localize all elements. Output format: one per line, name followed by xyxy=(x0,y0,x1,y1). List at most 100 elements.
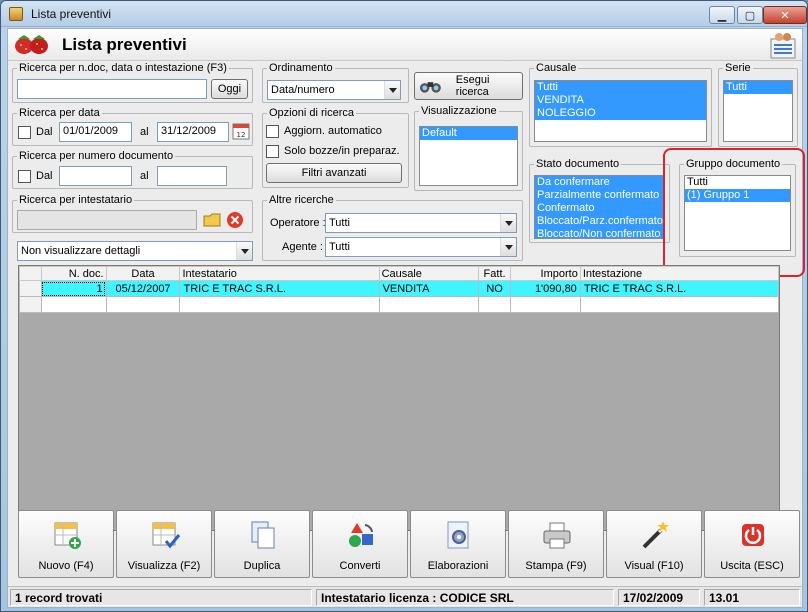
folder-icon[interactable] xyxy=(203,211,221,229)
today-button[interactable]: Oggi xyxy=(211,79,248,99)
causale-option[interactable]: Tutti xyxy=(535,81,706,94)
highlight-annotation xyxy=(663,148,805,277)
empty-cell[interactable] xyxy=(478,296,512,313)
table-row[interactable]: 1 05/12/2007 TRIC E TRAC S.R.L. VENDITA … xyxy=(19,280,780,297)
cell-causale[interactable]: VENDITA xyxy=(378,280,480,297)
cell-header[interactable]: TRIC E TRAC S.R.L. xyxy=(579,280,780,297)
row-selector[interactable] xyxy=(19,280,42,297)
column-header[interactable]: Fatt. xyxy=(478,266,512,281)
operator-label: Operatore : xyxy=(270,217,326,229)
doc-status-option[interactable]: Bloccato/Parz.confermato xyxy=(535,215,664,228)
power-icon xyxy=(742,524,764,546)
magic-wand-icon xyxy=(642,521,669,549)
license-status: Intestatario licenza : CODICE SRL xyxy=(316,589,614,606)
search-date-from-input[interactable]: 01/01/2009 xyxy=(59,122,132,142)
results-table: N. doc. Data Intestatario Causale Fatt. … xyxy=(19,266,780,313)
cell-amount[interactable]: 1'090,80 xyxy=(510,280,581,297)
convert-button[interactable]: Converti xyxy=(312,510,408,578)
duplicate-button[interactable]: Duplica xyxy=(214,510,310,578)
users-list-icon[interactable] xyxy=(770,31,796,59)
operator-select[interactable]: Tutti xyxy=(325,213,517,233)
visual-button[interactable]: Visual (F10) xyxy=(606,510,702,578)
title-bar: Lista preventivi ▁ ▢ ✕ xyxy=(1,1,807,27)
window-title: Lista preventivi xyxy=(31,7,112,21)
page-header: Lista preventivi xyxy=(8,29,802,61)
column-header[interactable]: Causale xyxy=(378,266,480,281)
display-option[interactable]: Default xyxy=(420,127,517,140)
cell-invoiced[interactable]: NO xyxy=(478,280,512,297)
processing-button[interactable]: Elaborazioni xyxy=(410,510,506,578)
row-selector[interactable] xyxy=(19,296,42,313)
view-button[interactable]: Visualizza (F2) xyxy=(116,510,212,578)
ordering-select[interactable]: Data/numero xyxy=(267,80,401,100)
advanced-filters-button[interactable]: Filtri avanzati xyxy=(266,163,402,183)
duplicate-icon xyxy=(251,521,275,549)
close-icon: ✕ xyxy=(780,9,790,22)
drafts-only-checkbox[interactable] xyxy=(266,145,279,158)
print-button[interactable]: Stampa (F9) xyxy=(508,510,604,578)
printer-icon xyxy=(543,522,571,549)
empty-cell[interactable] xyxy=(105,296,181,313)
search-holder-legend: Ricerca per intestatario xyxy=(17,194,135,206)
empty-cell[interactable] xyxy=(179,296,380,313)
empty-cell[interactable] xyxy=(579,296,780,313)
doc-status-option[interactable]: Da confermare xyxy=(535,176,664,189)
empty-cell[interactable] xyxy=(378,296,480,313)
search-docnum-from-label: Dal xyxy=(36,170,53,182)
details-select[interactable]: Non visualizzare dettagli xyxy=(17,241,253,261)
empty-cell[interactable] xyxy=(510,296,581,313)
search-docnum-to-label: al xyxy=(140,170,149,182)
agent-value: Tutti xyxy=(329,241,350,253)
doc-status-option[interactable]: Parzialmente confermato xyxy=(535,189,664,202)
results-grid[interactable]: N. doc. Data Intestatario Causale Fatt. … xyxy=(18,265,780,531)
auto-update-checkbox[interactable] xyxy=(266,125,279,138)
search-ndoc-input[interactable] xyxy=(17,79,207,99)
other-searches-legend: Altre ricerche xyxy=(267,194,336,206)
strawberries-logo-icon xyxy=(15,35,48,54)
main-window: Lista preventivi ▁ ▢ ✕ Lista preventivi xyxy=(0,0,808,612)
doc-status-legend: Stato documento xyxy=(534,158,622,170)
calendar-icon[interactable]: 12 xyxy=(232,122,250,140)
search-ndoc-legend: Ricerca per n.doc, data o intestazione (… xyxy=(17,62,229,74)
display-listbox[interactable]: Default xyxy=(419,126,518,186)
chevron-down-icon xyxy=(236,242,252,260)
column-header[interactable]: Data xyxy=(105,266,181,281)
search-docnum-to-input[interactable] xyxy=(157,166,227,186)
operator-value: Tutti xyxy=(329,217,350,229)
column-header[interactable]: Importo xyxy=(510,266,581,281)
execute-search-button[interactable]: Esegui ricerca xyxy=(414,72,523,100)
serie-listbox[interactable]: Tutti xyxy=(723,80,793,142)
search-date-to-input[interactable]: 31/12/2009 xyxy=(157,122,229,142)
cell-ndoc[interactable]: 1 xyxy=(40,280,107,297)
svg-text:12: 12 xyxy=(237,131,246,139)
column-header[interactable]: Intestatario xyxy=(179,266,380,281)
new-button[interactable]: Nuovo (F4) xyxy=(18,510,114,578)
exit-button[interactable]: Uscita (ESC) xyxy=(704,510,800,578)
drafts-only-label: Solo bozze/in preparaz. xyxy=(284,145,400,157)
table-row-empty[interactable] xyxy=(19,296,780,313)
causale-legend: Causale xyxy=(534,62,579,74)
agent-select[interactable]: Tutti xyxy=(325,237,517,257)
column-header[interactable]: Intestazione xyxy=(579,266,780,281)
search-date-checkbox[interactable] xyxy=(18,126,31,139)
search-holder-input[interactable] xyxy=(17,210,197,230)
doc-status-option[interactable]: Confermato xyxy=(535,202,664,215)
causale-option[interactable]: NOLEGGIO xyxy=(535,107,706,120)
search-docnum-checkbox[interactable] xyxy=(18,170,31,183)
doc-status-option[interactable]: Bloccato/Non confermato xyxy=(535,228,664,238)
cell-holder[interactable]: TRIC E TRAC S.R.L. xyxy=(179,280,380,297)
search-docnum-from-input[interactable] xyxy=(59,166,132,186)
close-button[interactable]: ✕ xyxy=(763,6,807,24)
ordering-legend: Ordinamento xyxy=(267,62,335,74)
cell-date[interactable]: 05/12/2007 xyxy=(105,280,181,297)
maximize-button[interactable]: ▢ xyxy=(737,6,763,24)
search-date-to-label: al xyxy=(140,126,149,138)
empty-cell[interactable] xyxy=(40,296,107,313)
clear-icon[interactable] xyxy=(226,211,244,229)
column-header[interactable]: N. doc. xyxy=(40,266,107,281)
causale-listbox[interactable]: Tutti VENDITA NOLEGGIO xyxy=(534,80,707,142)
doc-status-listbox[interactable]: Da confermare Parzialmente confermato Co… xyxy=(534,175,665,239)
causale-option[interactable]: VENDITA xyxy=(535,94,706,107)
serie-option[interactable]: Tutti xyxy=(724,81,792,94)
minimize-button[interactable]: ▁ xyxy=(709,6,735,24)
